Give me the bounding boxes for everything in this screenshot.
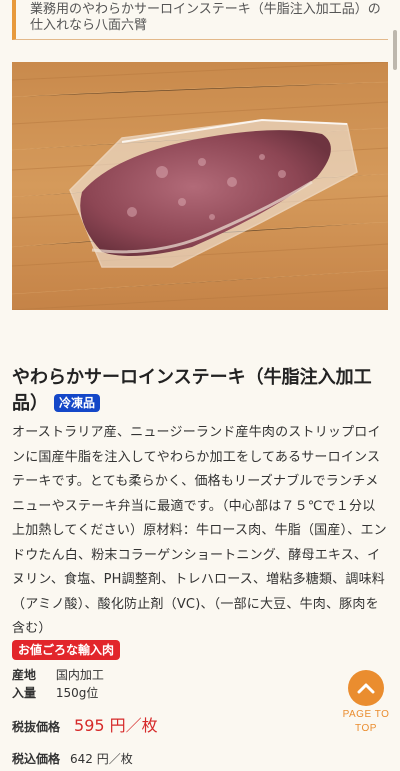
page-to-top-label-line1[interactable]: PAGE TO [338,709,394,720]
chevron-up-icon[interactable] [348,670,384,706]
price-row: 税抜価格 595 円／枚 [12,712,158,736]
spec-origin: 産地 国内加工 [12,666,104,684]
tax-price-value: 642 円／枚 [70,752,133,766]
product-title: やわらかサーロインステーキ（牛脂注入加工品） 冷凍品 [12,365,388,417]
page: 業務用のやわらかサーロインステーキ（牛脂注入加工品）の仕入れなら八面六臂 やわら… [0,0,400,771]
spec-quantity-label: 入量 [12,686,37,700]
tax-price-row: 税込価格 642 円／枚 [12,750,133,767]
spec-quantity: 入量 150g位 [12,684,98,702]
frozen-badge: 冷凍品 [54,394,101,412]
spec-origin-value: 国内加工 [55,668,104,682]
page-to-top-button[interactable]: PAGE TO TOP [338,670,394,734]
category-tag: お値ごろな輸入肉 [12,640,121,660]
page-to-top-label-line2[interactable]: TOP [338,723,394,734]
product-description: オーストラリア産、ニュージーランド産牛肉のストリップロインに国産牛脂を注入してや… [12,425,387,636]
scrollbar[interactable] [393,30,397,70]
spec-origin-label: 産地 [12,668,37,682]
spec-quantity-value: 150g位 [55,686,99,700]
page-heading: 業務用のやわらかサーロインステーキ（牛脂注入加工品）の仕入れなら八面六臂 [12,0,388,40]
price-label: 税抜価格 [12,720,61,734]
price-value: 595 円／枚 [74,716,158,735]
tax-price-label: 税込価格 [12,752,61,766]
product-photo [12,62,388,310]
